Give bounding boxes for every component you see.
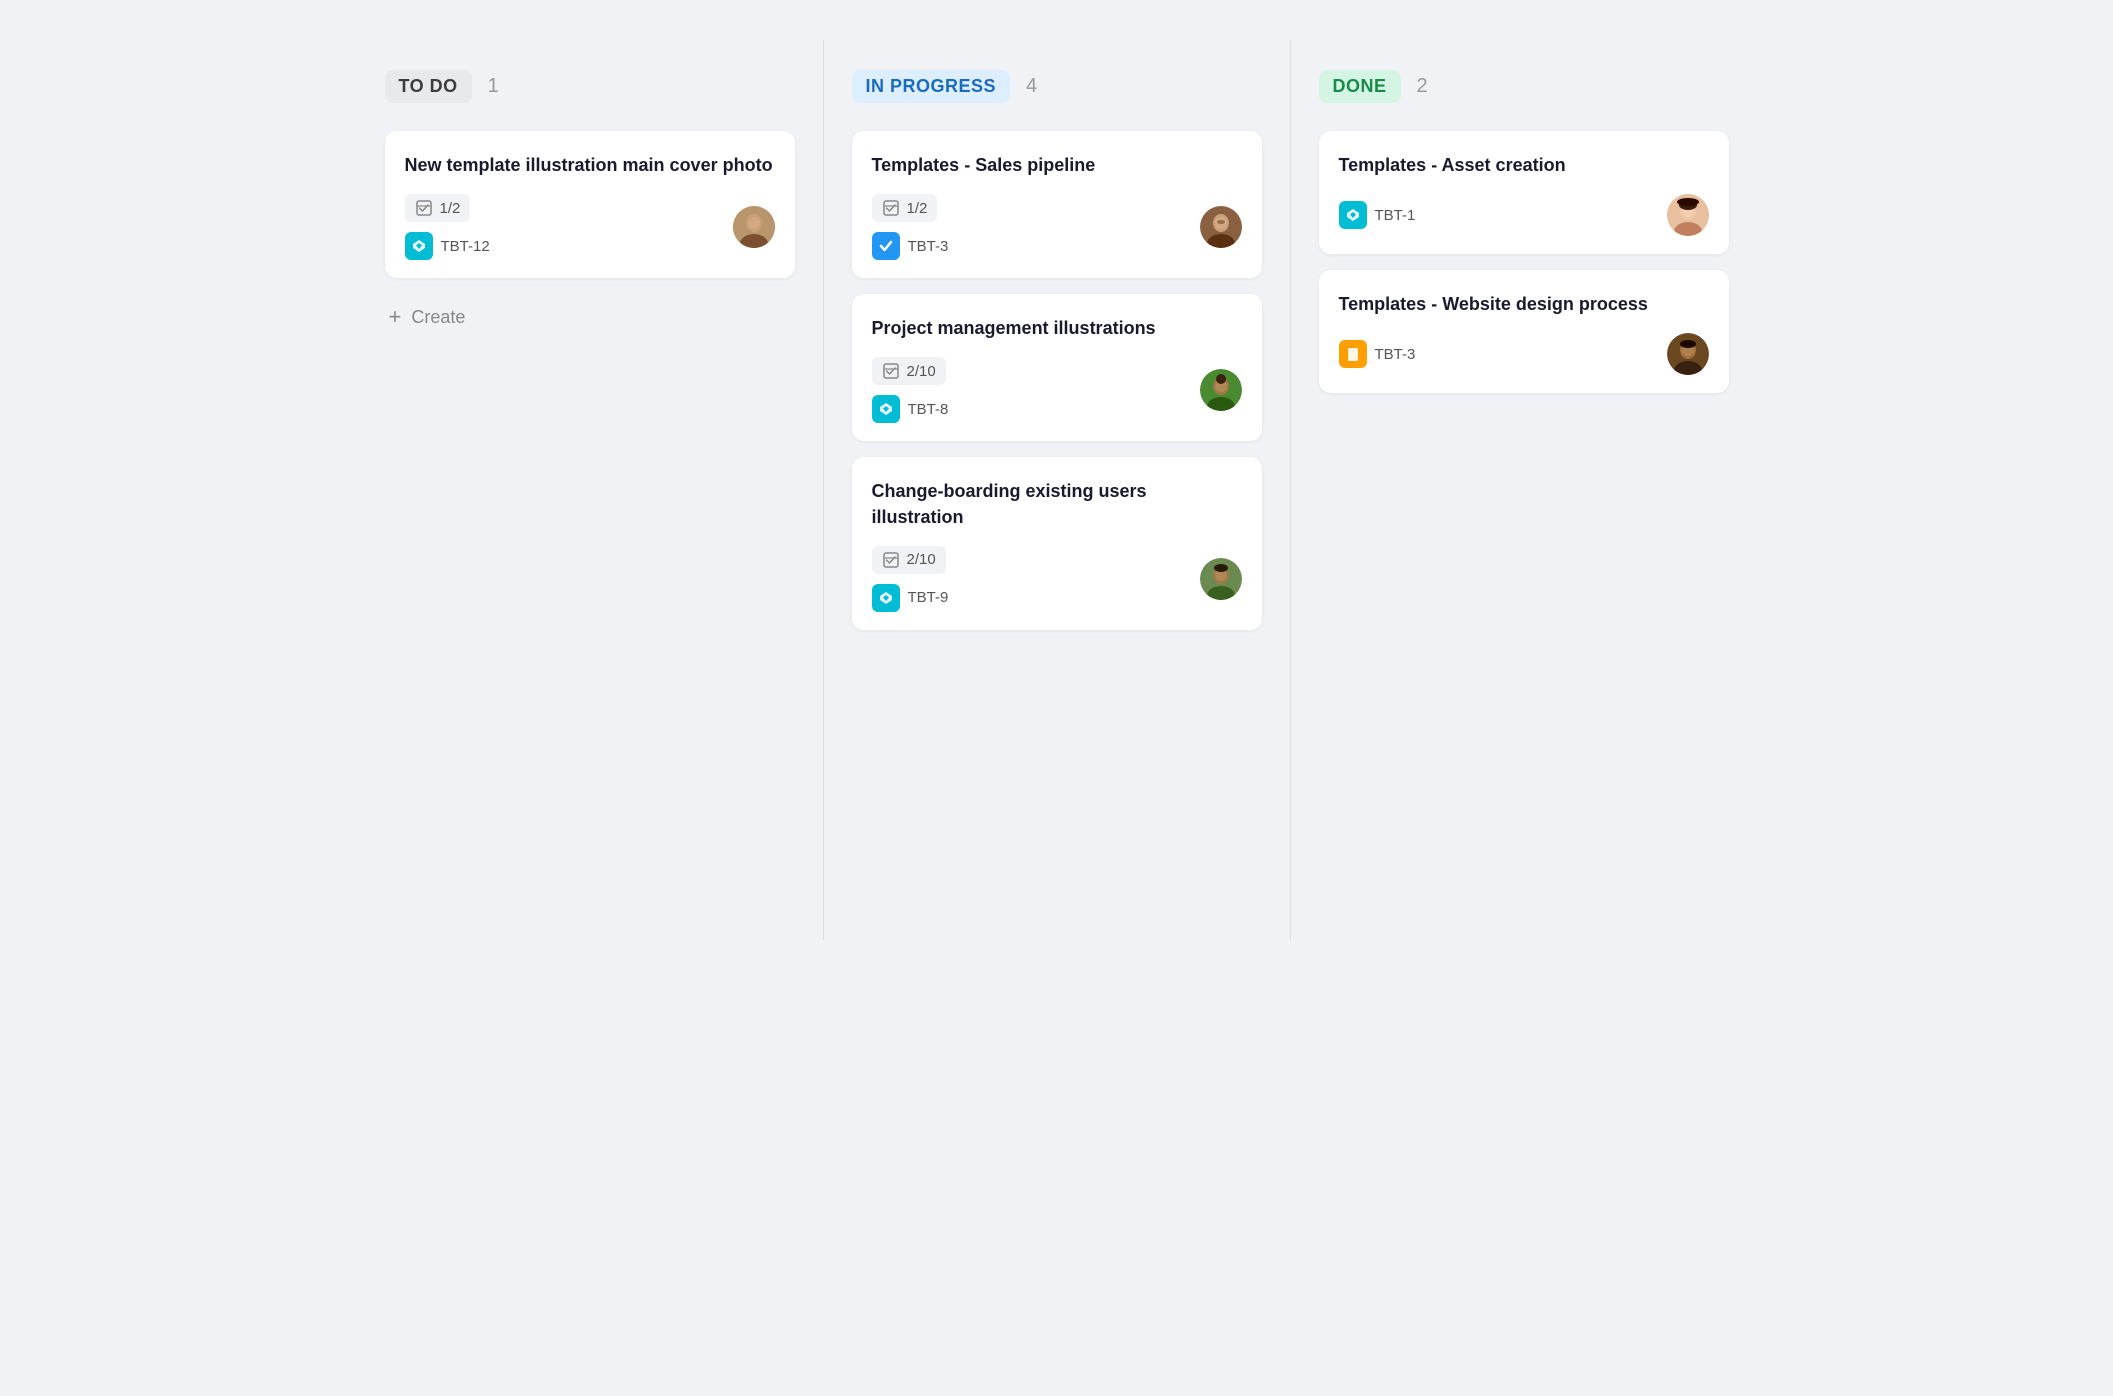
column-inprogress: IN PROGRESS 4 Templates - Sales pipeline bbox=[823, 40, 1290, 940]
checklist-badge: 1/2 bbox=[872, 194, 938, 222]
card-meta-left: 1/2 TBT-12 bbox=[405, 194, 490, 260]
card-ip-1-meta: 1/2 TBT-3 bbox=[872, 194, 1242, 260]
ticket-icon-cyan bbox=[872, 395, 900, 423]
kanban-board: TO DO 1 New template illustration main c… bbox=[357, 40, 1757, 940]
checklist-count: 2/10 bbox=[907, 551, 936, 568]
card-ip-2[interactable]: Project management illustrations 2/10 bbox=[852, 294, 1262, 441]
column-inprogress-title: IN PROGRESS bbox=[852, 70, 1011, 103]
card-ip-1[interactable]: Templates - Sales pipeline 1/2 bbox=[852, 131, 1262, 278]
ticket-badge: TBT-3 bbox=[1339, 340, 1416, 368]
ticket-badge: TBT-1 bbox=[1339, 201, 1416, 229]
checklist-icon bbox=[882, 362, 900, 380]
column-done-header: DONE 2 bbox=[1319, 70, 1729, 103]
ticket-icon-blue-check bbox=[872, 232, 900, 260]
ticket-icon-cyan bbox=[1339, 201, 1367, 229]
card-done-1-meta: TBT-1 bbox=[1339, 194, 1709, 236]
plus-icon: + bbox=[389, 304, 402, 330]
ticket-id: TBT-8 bbox=[908, 401, 949, 418]
card-ip-3[interactable]: Change-boarding existing users illustrat… bbox=[852, 457, 1262, 629]
ticket-id: TBT-3 bbox=[908, 238, 949, 255]
card-todo-1-title: New template illustration main cover pho… bbox=[405, 153, 775, 178]
ticket-badge: TBT-3 bbox=[872, 232, 949, 260]
ticket-icon-cyan bbox=[405, 232, 433, 260]
card-ip-3-meta: 2/10 TBT-9 bbox=[872, 546, 1242, 612]
checklist-badge: 2/10 bbox=[872, 357, 946, 385]
checklist-count: 2/10 bbox=[907, 363, 936, 380]
avatar-man1-ip1 bbox=[1200, 206, 1242, 248]
avatar-man2-ip3 bbox=[1200, 558, 1242, 600]
ticket-badge: TBT-8 bbox=[872, 395, 949, 423]
avatar-man2-ip2 bbox=[1200, 369, 1242, 411]
column-inprogress-count: 4 bbox=[1026, 75, 1037, 98]
ticket-id: TBT-9 bbox=[908, 589, 949, 606]
card-done-2-meta: TBT-3 bbox=[1339, 333, 1709, 375]
card-todo-1-meta: 1/2 TBT-12 bbox=[405, 194, 775, 260]
checklist-count: 1/2 bbox=[907, 200, 928, 217]
card-done-1[interactable]: Templates - Asset creation TBT-1 bbox=[1319, 131, 1729, 254]
card-meta-left: 1/2 TBT-3 bbox=[872, 194, 949, 260]
column-todo-count: 1 bbox=[488, 75, 499, 98]
column-todo: TO DO 1 New template illustration main c… bbox=[357, 40, 823, 940]
checklist-icon bbox=[415, 199, 433, 217]
column-todo-header: TO DO 1 bbox=[385, 70, 795, 103]
card-ip-2-title: Project management illustrations bbox=[872, 316, 1242, 341]
card-ip-2-meta: 2/10 TBT-8 bbox=[872, 357, 1242, 423]
ticket-icon-cyan bbox=[872, 584, 900, 612]
checklist-icon bbox=[882, 551, 900, 569]
card-done-2[interactable]: Templates - Website design process TBT-3 bbox=[1319, 270, 1729, 393]
card-meta-left: 2/10 TBT-8 bbox=[872, 357, 949, 423]
ticket-id: TBT-12 bbox=[441, 238, 490, 255]
column-done-count: 2 bbox=[1417, 75, 1428, 98]
checklist-count: 1/2 bbox=[440, 200, 461, 217]
avatar-woman1 bbox=[1667, 194, 1709, 236]
card-todo-1[interactable]: New template illustration main cover pho… bbox=[385, 131, 795, 278]
avatar-man1 bbox=[733, 206, 775, 248]
card-done-2-title: Templates - Website design process bbox=[1339, 292, 1709, 317]
checklist-icon bbox=[882, 199, 900, 217]
card-meta-left: TBT-1 bbox=[1339, 201, 1416, 229]
ticket-badge: TBT-12 bbox=[405, 232, 490, 260]
ticket-icon-yellow bbox=[1339, 340, 1367, 368]
ticket-id: TBT-1 bbox=[1375, 207, 1416, 224]
card-meta-left: 2/10 TBT-9 bbox=[872, 546, 949, 612]
card-ip-1-title: Templates - Sales pipeline bbox=[872, 153, 1242, 178]
card-done-1-title: Templates - Asset creation bbox=[1339, 153, 1709, 178]
column-done: DONE 2 Templates - Asset creation TBT-1 bbox=[1290, 40, 1757, 940]
ticket-badge: TBT-9 bbox=[872, 584, 949, 612]
column-todo-title: TO DO bbox=[385, 70, 472, 103]
card-meta-left: TBT-3 bbox=[1339, 340, 1416, 368]
card-ip-3-title: Change-boarding existing users illustrat… bbox=[872, 479, 1242, 529]
column-done-title: DONE bbox=[1319, 70, 1401, 103]
column-inprogress-header: IN PROGRESS 4 bbox=[852, 70, 1262, 103]
avatar-man2-dark bbox=[1667, 333, 1709, 375]
checklist-badge: 2/10 bbox=[872, 546, 946, 574]
create-label: Create bbox=[411, 307, 465, 328]
ticket-id: TBT-3 bbox=[1375, 346, 1416, 363]
create-button[interactable]: + Create bbox=[385, 294, 470, 340]
checklist-badge: 1/2 bbox=[405, 194, 471, 222]
